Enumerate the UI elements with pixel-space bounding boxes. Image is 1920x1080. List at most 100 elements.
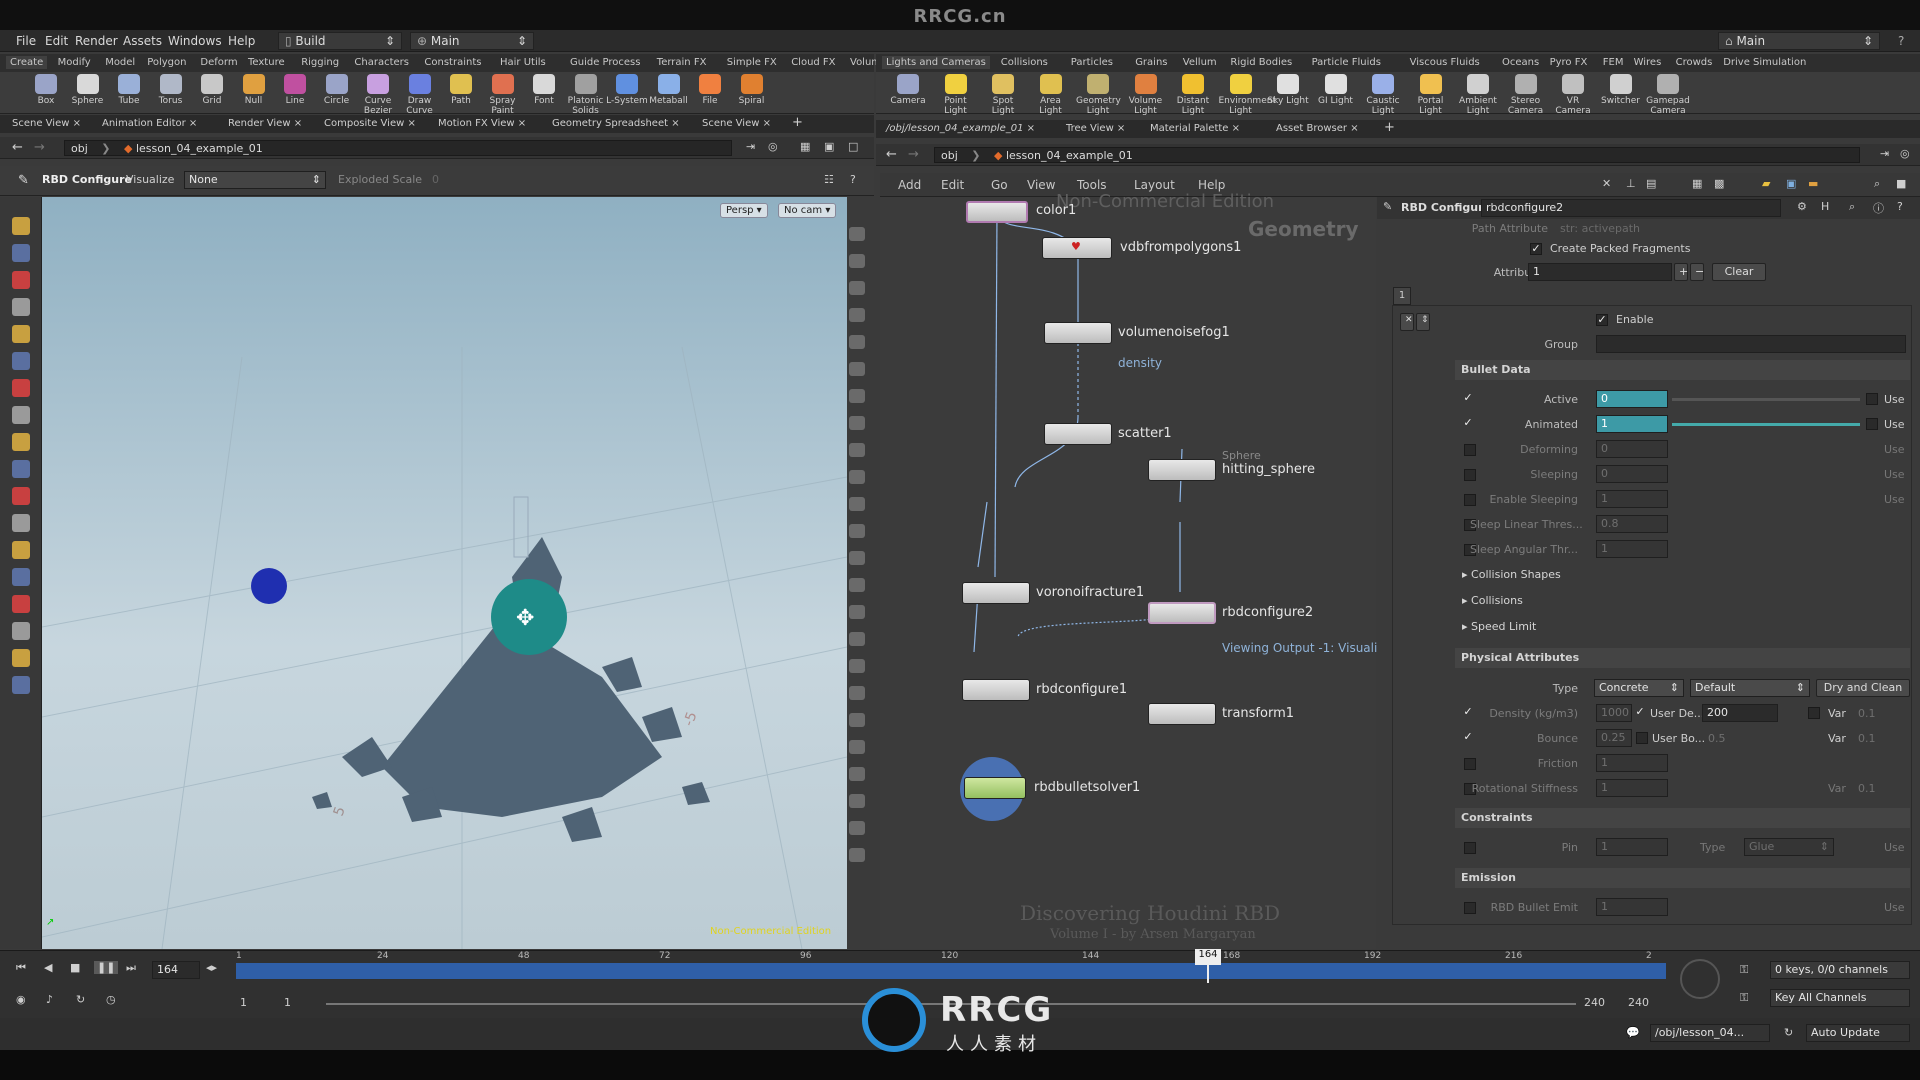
tool-circle[interactable]: Circle bbox=[315, 74, 359, 106]
shelf-tab-wires[interactable]: Wires bbox=[1630, 56, 1666, 69]
menu-edit[interactable]: Edit bbox=[45, 34, 68, 48]
menu-windows[interactable]: Windows bbox=[168, 34, 222, 48]
create-packed-checkbox[interactable]: ✓ bbox=[1530, 243, 1542, 255]
tool-l-system[interactable]: L-System bbox=[605, 74, 649, 106]
display-option-icon[interactable] bbox=[849, 524, 865, 538]
tiles-icon[interactable]: ▩ bbox=[1714, 177, 1724, 190]
tool-gi-light[interactable]: GI Light bbox=[1314, 74, 1358, 106]
select-icon[interactable] bbox=[12, 217, 30, 235]
enable-sleeping-field[interactable]: 1 bbox=[1596, 490, 1668, 508]
animated-use-checkbox[interactable] bbox=[1866, 418, 1878, 430]
animated-slider[interactable] bbox=[1672, 423, 1860, 426]
emit-field[interactable]: 1 bbox=[1596, 898, 1668, 916]
pane-tab-geometry-spreadsheet[interactable]: Geometry Spreadsheet × bbox=[552, 118, 680, 129]
shelf-tab-modify[interactable]: Modify bbox=[54, 56, 95, 69]
tool-font[interactable]: Font bbox=[522, 74, 566, 106]
tool-spray-paint[interactable]: Spray Paint bbox=[481, 74, 525, 116]
menu-assets[interactable]: Assets bbox=[123, 34, 162, 48]
shelf-tab-collisions[interactable]: Collisions bbox=[997, 56, 1052, 69]
display-option-icon[interactable] bbox=[849, 497, 865, 511]
shelf-tab-crowds[interactable]: Crowds bbox=[1672, 56, 1717, 69]
display-option-icon[interactable] bbox=[849, 821, 865, 835]
pane-tab-animation-editor[interactable]: Animation Editor × bbox=[102, 118, 197, 129]
pane-tab-composite-view[interactable]: Composite View × bbox=[324, 118, 416, 129]
forward-arrow-icon[interactable]: → bbox=[34, 140, 45, 155]
camera-menu[interactable]: No cam ▾ bbox=[778, 203, 837, 218]
maximize-icon[interactable]: □ bbox=[848, 140, 858, 153]
wrench-icon[interactable]: ✕ bbox=[1602, 177, 1611, 190]
chat-icon[interactable]: 💬 bbox=[1626, 1026, 1640, 1039]
camera-icon[interactable] bbox=[12, 622, 30, 640]
display-option-icon[interactable] bbox=[849, 362, 865, 376]
range-end2-field[interactable]: 240 bbox=[1628, 996, 1649, 1009]
image-icon[interactable]: ▣ bbox=[1786, 177, 1796, 190]
speed-limit-folder[interactable]: ▸ Speed Limit bbox=[1462, 620, 1536, 633]
shelf-tab-viscous-fluids[interactable]: Viscous Fluids bbox=[1406, 56, 1484, 69]
search-icon[interactable]: ⌕ bbox=[1849, 200, 1855, 214]
density-field[interactable]: 1000 bbox=[1596, 704, 1632, 722]
material-preset-dropdown[interactable]: Default ⇕ bbox=[1690, 679, 1810, 697]
attributes-count-field[interactable]: 1 bbox=[1528, 263, 1672, 281]
shelf-tab-characters[interactable]: Characters bbox=[350, 56, 413, 69]
timeline-range[interactable] bbox=[236, 963, 1666, 979]
collisions-folder[interactable]: ▸ Collisions bbox=[1462, 594, 1523, 607]
bounce-var-value[interactable]: 0.1 bbox=[1858, 732, 1876, 745]
pane-tab-obj-lesson-04-example-01[interactable]: /obj/lesson_04_example_01 × bbox=[886, 123, 1035, 134]
node-rbdbulletsolver1[interactable] bbox=[964, 777, 1026, 799]
jump-end-icon[interactable]: ⏭ bbox=[126, 961, 136, 975]
node-voronoifracture1[interactable] bbox=[962, 582, 1030, 604]
node-rbdconfigure1[interactable] bbox=[962, 679, 1030, 701]
realtime-icon[interactable]: ◷ bbox=[106, 993, 116, 1006]
node-hitting-sphere[interactable] bbox=[1148, 459, 1216, 481]
lock-icon[interactable] bbox=[12, 325, 30, 343]
shelf-tab-grains[interactable]: Grains bbox=[1131, 56, 1171, 69]
tool-vr-camera[interactable]: VR Camera bbox=[1551, 74, 1595, 116]
tool-sphere[interactable]: Sphere bbox=[66, 74, 110, 106]
menu-render[interactable]: Render bbox=[75, 34, 118, 48]
active-field[interactable]: 0 bbox=[1596, 390, 1668, 408]
display-option-icon[interactable] bbox=[849, 794, 865, 808]
path-node[interactable]: lesson_04_example_01 bbox=[1006, 149, 1133, 162]
network-menu-add[interactable]: Add bbox=[894, 177, 925, 193]
pointer-icon[interactable] bbox=[12, 298, 30, 316]
link-icon[interactable]: ◎ bbox=[768, 140, 778, 153]
note-icon[interactable]: ▰ bbox=[1762, 177, 1770, 190]
tool-stereo-camera[interactable]: Stereo Camera bbox=[1504, 74, 1548, 116]
pin-override-check[interactable] bbox=[1464, 842, 1476, 854]
shelf-tab-model[interactable]: Model bbox=[101, 56, 139, 69]
shelf-tab-oceans[interactable]: Oceans bbox=[1498, 56, 1543, 69]
tool-caustic-light[interactable]: Caustic Light bbox=[1361, 74, 1405, 116]
sleeping-override-check[interactable] bbox=[1464, 469, 1476, 481]
sleep-angular-field[interactable]: 1 bbox=[1596, 540, 1668, 558]
stop-icon[interactable]: ■ bbox=[70, 961, 80, 974]
link-icon[interactable]: ◎ bbox=[1900, 147, 1910, 160]
desktop-main-dropdown[interactable]: ⊕ Main ⇕ bbox=[410, 32, 534, 50]
pause-icon[interactable]: ❚❚ bbox=[94, 961, 119, 974]
tool-platonic-solids[interactable]: Platonic Solids bbox=[564, 74, 608, 116]
pin-field[interactable]: 1 bbox=[1596, 838, 1668, 856]
pane-tab-render-view[interactable]: Render View × bbox=[228, 118, 302, 129]
path-attribute-value[interactable]: str: activepath bbox=[1560, 222, 1640, 235]
pin-icon[interactable]: ⇥ bbox=[1880, 147, 1889, 160]
tool-gamepad-camera[interactable]: Gamepad Camera bbox=[1646, 74, 1690, 116]
shelf-tab-constraints[interactable]: Constraints bbox=[420, 56, 485, 69]
pane-tab-asset-browser[interactable]: Asset Browser × bbox=[1276, 123, 1359, 134]
tool-torus[interactable]: Torus bbox=[149, 74, 193, 106]
tool-spiral[interactable]: Spiral bbox=[730, 74, 774, 106]
display-option-icon[interactable] bbox=[849, 335, 865, 349]
desktop-build-dropdown[interactable]: ▯ Build ⇕ bbox=[278, 32, 402, 50]
shelf-tab-create[interactable]: Create bbox=[6, 56, 48, 69]
display-option-icon[interactable] bbox=[849, 632, 865, 646]
network-editor[interactable]: Non-Commercial Edition Geometry Discover… bbox=[880, 191, 1391, 949]
multiparm-tab[interactable]: 1 bbox=[1393, 287, 1411, 305]
deforming-field[interactable]: 0 bbox=[1596, 440, 1668, 458]
active-override-check[interactable]: ✓ bbox=[1462, 392, 1474, 405]
left-path-field[interactable]: obj ❯ ◆ lesson_04_example_01 bbox=[64, 140, 732, 156]
right-path-field[interactable]: obj ❯ ◆ lesson_04_example_01 bbox=[934, 147, 1860, 163]
display-option-icon[interactable] bbox=[849, 416, 865, 430]
bounce-field[interactable]: 0.25 bbox=[1596, 729, 1632, 747]
display-option-icon[interactable] bbox=[849, 767, 865, 781]
realtime-dial-icon[interactable] bbox=[1680, 959, 1720, 999]
tool-camera[interactable]: Camera bbox=[886, 74, 930, 106]
shelf-tab-texture[interactable]: Texture bbox=[244, 56, 289, 69]
